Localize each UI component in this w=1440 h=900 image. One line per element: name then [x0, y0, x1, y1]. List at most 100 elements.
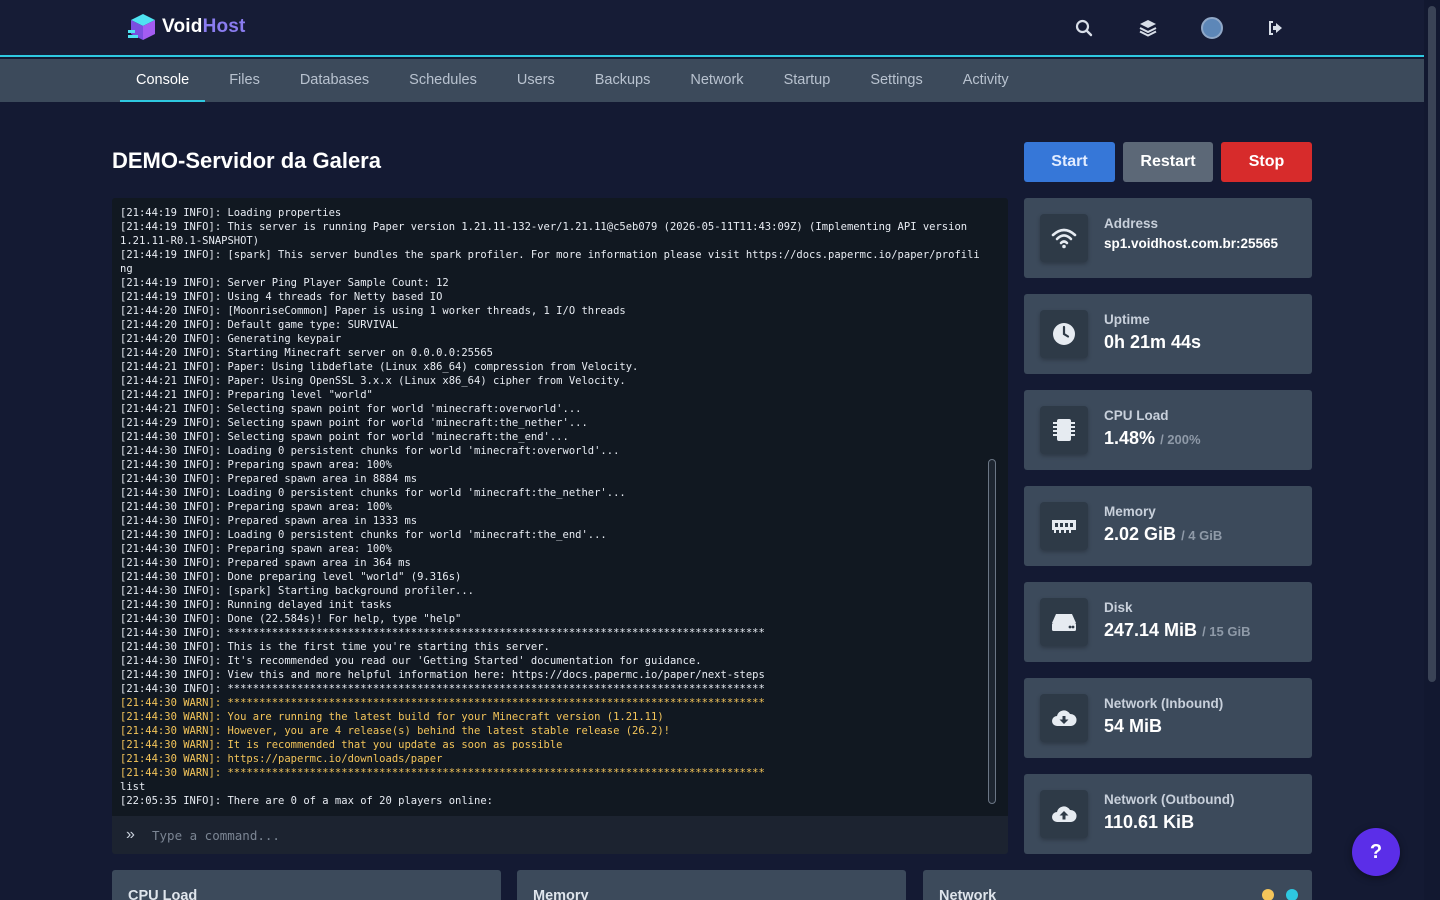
console-line: [22:05:35 INFO]: There are 0 of a max of… [120, 795, 493, 807]
stat-label: Disk [1104, 600, 1133, 615]
legend-dot-icon [1262, 889, 1274, 900]
stat-label: Address [1104, 216, 1159, 231]
stat-label: CPU Load [1104, 408, 1169, 423]
stat-label: Memory [1104, 504, 1156, 519]
tab-users[interactable]: Users [501, 59, 571, 102]
console-line: [21:44:19 INFO]: Server Ping Player Samp… [120, 277, 449, 289]
console-line: [21:44:30 INFO]: Loading 0 persistent ch… [120, 529, 607, 541]
cpu-current: 1.48% [1104, 428, 1156, 448]
tab-files[interactable]: Files [213, 59, 276, 102]
console-line: [21:44:30 WARN]: ***********************… [120, 767, 765, 779]
restart-button[interactable]: Restart [1123, 142, 1213, 182]
brand-logo[interactable]: VoidHost [128, 12, 246, 42]
console-line: [21:44:30 INFO]: Prepared spawn area in … [120, 473, 418, 485]
console-line: [21:44:30 WARN]: You are running the lat… [120, 711, 664, 723]
start-button[interactable]: Start [1024, 142, 1115, 182]
console-line: [21:44:30 INFO]: [spark] Starting backgr… [120, 585, 475, 597]
console-line: [21:44:30 INFO]: Preparing spawn area: 1… [120, 459, 392, 471]
stat-network-outbound: Network (Outbound) 110.61 KiB [1024, 774, 1312, 854]
console-line: list [120, 781, 146, 793]
console-line: [21:44:30 INFO]: Prepared spawn area in … [120, 557, 411, 569]
stat-label: Network (Inbound) [1104, 696, 1224, 711]
page-scrollbar-thumb[interactable] [1428, 6, 1436, 682]
console-line: [21:44:19 INFO]: [spark] This server bun… [120, 249, 980, 275]
user-avatar-icon [1201, 17, 1223, 39]
stat-cpu: CPU Load 1.48% / 200% [1024, 390, 1312, 470]
console-line: [21:44:30 INFO]: Loading 0 persistent ch… [120, 445, 620, 457]
top-bar: VoidHost [0, 0, 1424, 57]
command-input[interactable] [152, 822, 992, 848]
stat-disk: Disk 247.14 MiB / 15 GiB [1024, 582, 1312, 662]
console-line: [21:44:30 INFO]: This is the first time … [120, 641, 550, 653]
avatar[interactable] [1200, 16, 1224, 40]
console-line: [21:44:30 INFO]: ***********************… [120, 627, 765, 639]
console-line: [21:44:30 WARN]: However, you are 4 rele… [120, 725, 670, 737]
stat-uptime: Uptime 0h 21m 44s [1024, 294, 1312, 374]
console-line: [21:44:30 INFO]: Loading 0 persistent ch… [120, 487, 626, 499]
console-line: [21:44:30 INFO]: It's recommended you re… [120, 655, 702, 667]
cloud-download-icon [1040, 694, 1088, 742]
tab-console[interactable]: Console [120, 59, 206, 102]
console-line: [21:44:20 INFO]: Default game type: SURV… [120, 319, 399, 331]
network-outbound-value: 110.61 KiB [1104, 812, 1195, 832]
tab-activity[interactable]: Activity [947, 59, 1025, 102]
console-line: [21:44:30 INFO]: Prepared spawn area in … [120, 515, 418, 527]
console-line: [21:44:20 INFO]: [MoonriseCommon] Paper … [120, 305, 626, 317]
console-line: [21:44:30 INFO]: Done preparing level "w… [120, 571, 462, 583]
cpu-value: 1.48% / 200% [1104, 428, 1201, 449]
console-line: [21:44:21 INFO]: Paper: Using libdeflate… [120, 361, 639, 373]
graph-legend [1262, 889, 1298, 900]
tab-backups[interactable]: Backups [579, 59, 667, 102]
memory-current: 2.02 GiB [1104, 524, 1177, 544]
memory-limit: / 4 GiB [1181, 528, 1223, 543]
disk-value: 247.14 MiB / 15 GiB [1104, 620, 1251, 641]
console-line: [21:44:20 INFO]: Starting Minecraft serv… [120, 347, 493, 359]
console-line: [21:44:30 WARN]: It is recommended that … [120, 739, 563, 751]
console-line: [21:44:19 INFO]: Using 4 threads for Net… [120, 291, 443, 303]
server-nav: Console Files Databases Schedules Users Backu… [0, 59, 1424, 102]
console-line: [21:44:30 WARN]: https://papermc.io/down… [120, 753, 443, 765]
tab-databases[interactable]: Databases [284, 59, 385, 102]
tab-network[interactable]: Network [674, 59, 759, 102]
console-log: [21:44:19 INFO]: Loading properties [21:4… [120, 206, 984, 808]
layers-icon[interactable] [1136, 16, 1160, 40]
command-bar: » [112, 816, 1008, 854]
chip-icon [1040, 406, 1088, 454]
page-title: DEMO-Servidor da Galera [112, 148, 381, 173]
tab-settings[interactable]: Settings [854, 59, 938, 102]
help-button[interactable]: ? [1352, 828, 1400, 876]
graph-title: Network [939, 888, 997, 900]
server-address[interactable]: sp1.voidhost.com.br:25565 [1104, 236, 1278, 251]
console-line: [21:44:30 INFO]: ***********************… [120, 683, 765, 695]
graph-network: Network [923, 870, 1312, 900]
console-line: [21:44:21 INFO]: Selecting spawn point f… [120, 403, 582, 415]
search-icon[interactable] [1072, 16, 1096, 40]
console-line: [21:44:21 INFO]: Preparing level "world" [120, 389, 373, 401]
stat-label: Network (Outbound) [1104, 792, 1235, 807]
console-line: [21:44:30 INFO]: Running delayed init ta… [120, 599, 392, 611]
console-scrollbar[interactable] [988, 459, 996, 804]
console-line: [21:44:30 WARN]: ***********************… [120, 697, 765, 709]
cloud-upload-icon [1040, 790, 1088, 838]
console-line: [21:44:30 INFO]: Selecting spawn point f… [120, 431, 569, 443]
stat-address: Address sp1.voidhost.com.br:25565 [1024, 198, 1312, 278]
tab-startup[interactable]: Startup [768, 59, 847, 102]
console-line: [21:44:30 INFO]: View this and more help… [120, 669, 765, 681]
disk-limit: / 15 GiB [1202, 624, 1251, 639]
uptime-value: 0h 21m 44s [1104, 332, 1202, 352]
wifi-icon [1040, 214, 1088, 262]
stop-button[interactable]: Stop [1221, 142, 1312, 182]
stat-network-inbound: Network (Inbound) 54 MiB [1024, 678, 1312, 758]
console-line: [21:44:29 INFO]: Selecting spawn point f… [120, 417, 588, 429]
console-line: [21:44:21 INFO]: Paper: Using OpenSSL 3.… [120, 375, 626, 387]
logout-icon[interactable] [1264, 16, 1288, 40]
network-inbound-value: 54 MiB [1104, 716, 1163, 736]
disk-current: 247.14 MiB [1104, 620, 1198, 640]
stat-memory: Memory 2.02 GiB / 4 GiB [1024, 486, 1312, 566]
chevron-double-right-icon: » [126, 826, 135, 843]
tab-schedules[interactable]: Schedules [393, 59, 493, 102]
console-output[interactable]: [21:44:19 INFO]: Loading properties [21:4… [112, 198, 1008, 816]
console-line: [21:44:30 INFO]: Preparing spawn area: 1… [120, 501, 392, 513]
graph-memory: Memory [517, 870, 906, 900]
memory-icon [1040, 502, 1088, 550]
